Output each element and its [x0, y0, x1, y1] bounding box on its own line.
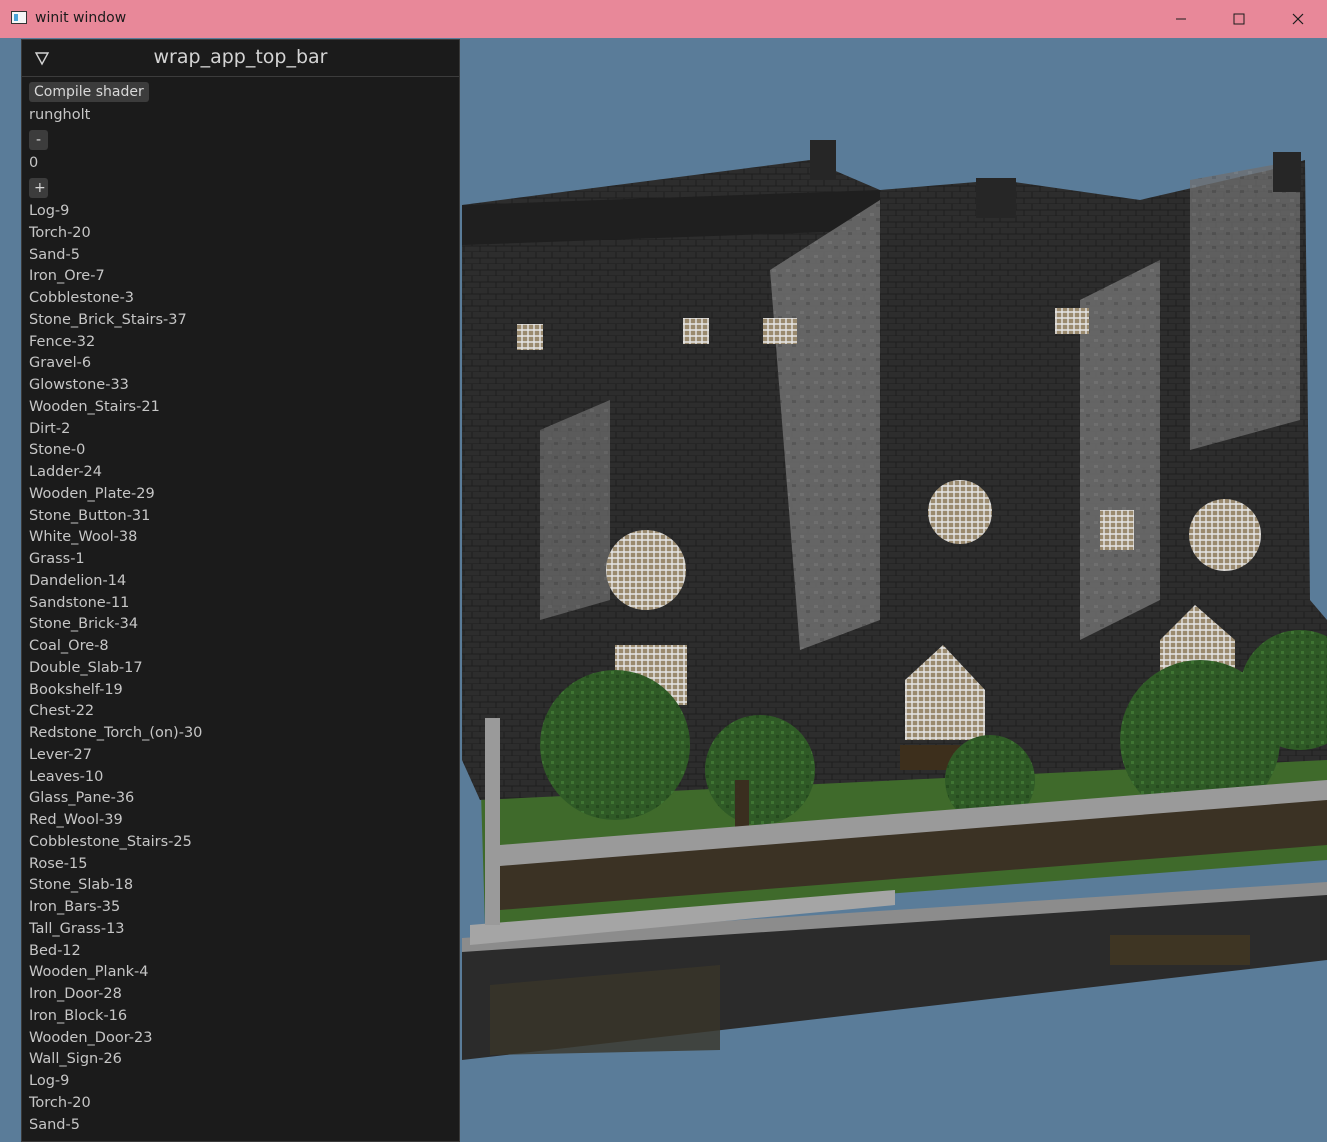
minimize-button[interactable]: [1152, 0, 1210, 38]
material-list-item: Red_Wool-39: [29, 812, 123, 828]
material-list-item: Stone_Brick_Stairs-37: [29, 311, 187, 328]
material-list-item: Grass-1: [29, 551, 85, 567]
material-list-item: Sand-5: [29, 246, 80, 263]
material-list-item: Redstone_Torch_(on)-30: [29, 725, 203, 741]
material-list-item: Fence-32: [29, 333, 96, 350]
material-list-item: Leaves-10: [29, 768, 104, 785]
panel-header[interactable]: wrap_app_top_bar: [22, 40, 459, 77]
compile-shader-button[interactable]: Compile shader: [29, 82, 149, 102]
maximize-button[interactable]: [1210, 0, 1268, 38]
material-list-item: Cobblestone_Stairs-25: [29, 833, 192, 850]
material-list-item: Iron_Ore-7: [29, 268, 105, 285]
material-list-item: White_Wool-38: [29, 529, 138, 546]
material-list-item: Wooden_Plank-4: [29, 964, 149, 981]
material-list-item: Dandelion-14: [29, 572, 127, 589]
material-list-item: Lever-27: [29, 746, 92, 763]
material-list-item: Iron_Block-16: [29, 1007, 128, 1024]
app-icon: [11, 11, 27, 24]
material-list-item: Stone_Slab-18: [29, 877, 134, 894]
material-list-item: Rose-15: [29, 855, 88, 872]
material-list: Log-9 Torch-20 Sand-5 Iron_Ore-7 Cobblestone…: [29, 201, 202, 1136]
material-list-item: Iron_Door-28: [29, 986, 122, 1002]
maximize-icon: [1233, 13, 1245, 25]
material-list-item: Wooden_Plate-29: [29, 485, 155, 502]
material-list-item: Sandstone-11: [29, 594, 130, 611]
panel-title: wrap_app_top_bar: [153, 46, 328, 68]
scene-name: rungholt: [29, 107, 91, 123]
material-list-item: Stone-0: [29, 442, 86, 459]
minimize-icon: [1176, 18, 1186, 20]
material-list-item: Ladder-24: [29, 464, 103, 480]
material-list-item: Coal_Ore-8: [29, 638, 109, 654]
material-list-item: Wall_Sign-26: [29, 1051, 122, 1068]
material-list-item: Log-9: [29, 1073, 70, 1089]
decrement-button[interactable]: -: [29, 130, 48, 150]
material-list-item: Wooden_Door-23: [29, 1029, 153, 1046]
close-button[interactable]: [1269, 0, 1327, 38]
material-list-item: Stone_Brick-34: [29, 616, 139, 633]
material-list-item: Torch-20: [29, 224, 91, 241]
material-list-item: Double_Slab-17: [29, 659, 143, 676]
material-list-item: Chest-22: [29, 703, 95, 720]
increment-button[interactable]: +: [29, 178, 48, 198]
material-list-item: Log-9: [29, 203, 70, 219]
window-titlebar: winit window: [0, 0, 1327, 38]
material-list-item: Bookshelf-19: [29, 681, 123, 698]
material-list-item: Iron_Bars-35: [29, 899, 121, 915]
material-list-item: Dirt-2: [29, 420, 71, 437]
material-list-item: Glass_Pane-36: [29, 790, 135, 807]
material-list-item: Bed-12: [29, 942, 81, 959]
material-list-item: Glowstone-33: [29, 377, 129, 393]
material-list-item: Sand-5: [29, 1116, 80, 1133]
material-list-item: Tall_Grass-13: [29, 920, 125, 937]
material-list-item: Stone_Button-31: [29, 507, 151, 524]
material-list-item: Torch-20: [29, 1094, 91, 1111]
close-icon: [1292, 13, 1304, 25]
top-bar-panel: wrap_app_top_bar Compile shader rungholt…: [21, 39, 460, 1142]
window-title: winit window: [35, 10, 127, 26]
counter-value: 0: [29, 155, 39, 171]
material-list-item: Cobblestone-3: [29, 290, 135, 306]
material-list-item: Gravel-6: [29, 355, 92, 372]
material-list-item: Wooden_Stairs-21: [29, 398, 160, 415]
